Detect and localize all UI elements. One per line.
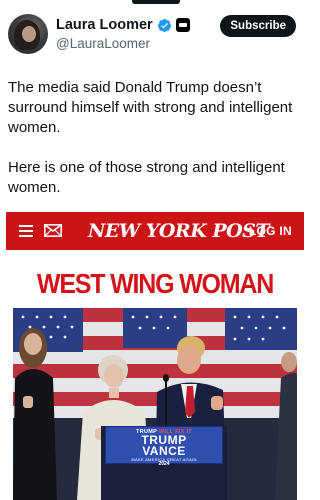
author-name-row: Laura Loomer	[56, 15, 190, 35]
tweet-paragraph: Here is one of those strong and intellig…	[8, 159, 285, 196]
subscribe-button[interactable]: Subscribe	[220, 15, 296, 37]
affiliation-badge-icon	[175, 18, 190, 32]
menu-icon	[19, 225, 33, 237]
tweet-header: Laura Loomer @LauraLoomer Subscribe	[8, 12, 302, 58]
verified-badge-icon	[157, 18, 171, 32]
author-display-name[interactable]: Laura Loomer	[56, 17, 153, 33]
podium-sign: TRUMP WILL FIX IT TRUMP VANCE MAKE AMERI…	[105, 426, 223, 467]
tweet-text: The media said Donald Trump doesn’t surr…	[8, 78, 304, 198]
sign-main-line-2: VANCE	[142, 444, 186, 458]
tweet-paragraph: The media said Donald Trump doesn’t surr…	[8, 79, 293, 136]
sign-year: 2024	[158, 461, 170, 467]
top-edge	[0, 0, 310, 6]
login-link: LOG IN	[248, 224, 292, 238]
tweet-media-image[interactable]: NEW YORK POST LOG IN WEST WING WOMAN TRU…	[6, 212, 304, 500]
article-photo: TRUMP WILL FIX IT TRUMP VANCE MAKE AMERI…	[13, 308, 297, 500]
article-headline: WEST WING WOMAN	[36, 268, 274, 300]
author-handle[interactable]: @LauraLoomer	[56, 36, 150, 51]
mail-icon	[44, 224, 62, 237]
avatar[interactable]	[8, 14, 48, 54]
nyp-masthead-logo: NEW YORK POST	[88, 220, 270, 242]
nyp-header-bar: NEW YORK POST LOG IN	[6, 212, 304, 250]
